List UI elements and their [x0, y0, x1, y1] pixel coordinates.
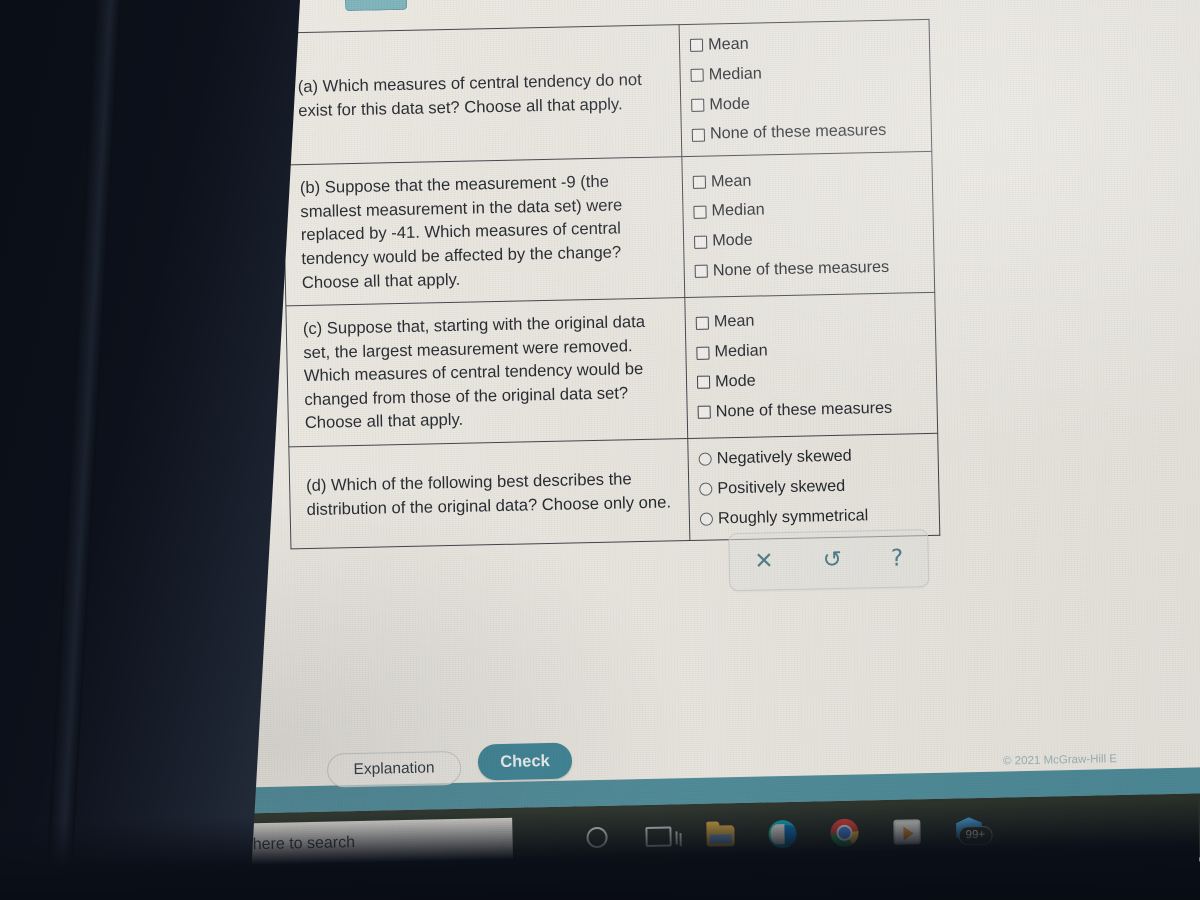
clear-icon[interactable]: ✕ [744, 546, 784, 578]
option-label: Mode [714, 371, 756, 391]
option-b-none[interactable]: None of these measures [693, 252, 926, 287]
option-a-mean[interactable]: Mean [688, 26, 921, 61]
google-chrome-icon[interactable] [828, 817, 861, 850]
question-prompt-c: (c) Suppose that, starting with the orig… [285, 297, 688, 447]
checkbox-icon[interactable] [691, 98, 705, 112]
help-icon[interactable]: ? [881, 543, 914, 575]
file-explorer-icon[interactable] [704, 819, 737, 852]
media-player-icon[interactable] [890, 815, 923, 848]
option-a-mode[interactable]: Mode [689, 86, 922, 121]
table-row: (a) Which measures of central tendency d… [280, 19, 932, 166]
answer-options-d: Negatively skewed Positively skewed Roug… [687, 433, 940, 541]
task-view-icon[interactable] [642, 820, 675, 853]
laptop-screen-photo: (a) Which measures of central tendency d… [0, 0, 1200, 900]
option-label: None of these measures [715, 398, 893, 421]
checkbox-icon[interactable] [691, 128, 706, 142]
radio-icon[interactable] [698, 452, 712, 467]
option-a-none[interactable]: None of these measures [690, 115, 923, 150]
windows-logo-icon [130, 836, 153, 859]
option-d-negatively-skewed[interactable]: Negatively skewed [696, 440, 929, 475]
option-label: Mean [713, 311, 755, 331]
search-icon [190, 839, 204, 854]
checkbox-icon[interactable] [696, 346, 710, 360]
option-label: Negatively skewed [716, 446, 852, 468]
answer-options-c: Mean Median Mode None of these measures [684, 292, 938, 439]
checkbox-icon[interactable] [697, 405, 711, 420]
radio-icon[interactable] [699, 482, 713, 496]
question-prompt-d: (d) Which of the following best describe… [288, 438, 690, 550]
undo-icon[interactable]: ↺ [812, 544, 852, 576]
answer-tools-strip: ✕ ↺ ? [728, 529, 930, 592]
checkbox-icon[interactable] [694, 264, 708, 279]
question-prompt-a: (a) Which measures of central tendency d… [280, 24, 682, 166]
option-label: None of these measures [712, 257, 890, 280]
start-button[interactable] [112, 817, 172, 878]
option-label: Median [711, 200, 765, 220]
answer-options-b: Mean Median Mode None of these measures [681, 151, 935, 298]
screen-surface: (a) Which measures of central tendency d… [86, 0, 1200, 885]
option-b-mean[interactable]: Mean [691, 163, 924, 198]
checkbox-icon[interactable] [693, 205, 707, 219]
checkbox-icon[interactable] [692, 175, 707, 189]
option-label: Mode [712, 230, 753, 250]
explanation-button[interactable]: Explanation [326, 750, 462, 788]
answer-options-a: Mean Median Mode None of these measures [679, 19, 932, 157]
question-prompt-b: (b) Suppose that the measurement -9 (the… [282, 156, 685, 306]
checkbox-icon[interactable] [689, 39, 704, 53]
option-label: None of these measures [709, 121, 887, 143]
table-row: (b) Suppose that the measurement -9 (the… [282, 151, 935, 306]
table-row: (c) Suppose that, starting with the orig… [285, 292, 938, 447]
checkbox-icon[interactable] [697, 375, 711, 390]
option-c-mode[interactable]: Mode [695, 363, 928, 398]
search-input[interactable]: Type here to search [176, 817, 514, 869]
check-button[interactable]: Check [477, 742, 573, 781]
option-label: Median [708, 64, 762, 84]
option-b-median[interactable]: Median [691, 192, 924, 227]
notification-badge: 99+ [958, 825, 993, 846]
option-a-median[interactable]: Median [688, 56, 921, 91]
option-label: Mode [709, 94, 751, 114]
option-d-positively-skewed[interactable]: Positively skewed [697, 470, 930, 505]
checkbox-icon[interactable] [690, 68, 704, 83]
option-c-median[interactable]: Median [694, 333, 927, 368]
option-b-mode[interactable]: Mode [692, 222, 925, 257]
cortana-icon[interactable] [580, 822, 613, 855]
questions-table: (a) Which measures of central tendency d… [280, 19, 941, 550]
search-placeholder: Type here to search [213, 834, 356, 855]
checkbox-icon[interactable] [695, 316, 710, 330]
page-left-gutter [86, 0, 248, 885]
option-c-mean[interactable]: Mean [694, 303, 927, 338]
copyright-notice: © 2021 McGraw-Hill E [1002, 753, 1118, 768]
option-label: Roughly symmetrical [717, 505, 869, 527]
option-label: Median [714, 341, 768, 361]
option-label: Positively skewed [717, 476, 846, 498]
option-label: Mean [707, 34, 749, 54]
checkbox-icon[interactable] [694, 235, 708, 249]
collapse-panel-tab[interactable] [344, 0, 408, 12]
option-label: Mean [710, 171, 752, 191]
radio-icon[interactable] [699, 512, 714, 526]
option-c-none[interactable]: None of these measures [695, 393, 928, 428]
taskbar-pinned-icons: 99+ [580, 814, 993, 855]
microsoft-edge-icon[interactable] [766, 818, 799, 851]
messaging-app-icon[interactable]: 99+ [952, 814, 993, 847]
